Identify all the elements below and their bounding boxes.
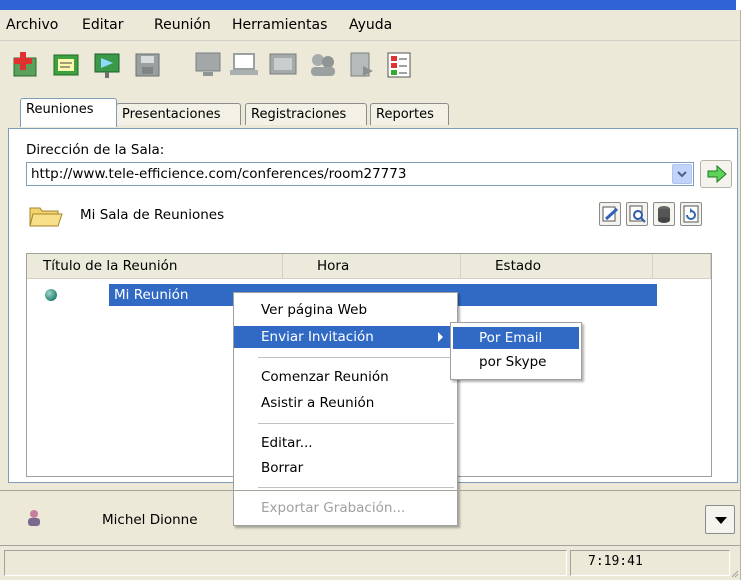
meeting-status-icon: [45, 289, 57, 301]
window-right-edge: [740, 10, 749, 580]
status-pane-main: [4, 550, 567, 576]
menu-archivo[interactable]: Archivo: [6, 17, 58, 33]
go-button[interactable]: [700, 160, 732, 188]
database-icon: [658, 206, 670, 223]
menu-separator: [258, 357, 454, 359]
menu-item-editar[interactable]: Editar...: [234, 432, 457, 454]
room-folder-title: Mi Sala de Reuniones: [80, 207, 225, 223]
tab-presentaciones[interactable]: Presentaciones: [116, 103, 241, 125]
submenu-invitation: Por Email por Skype: [450, 322, 582, 380]
menu-item-asistir-reunion[interactable]: Asistir a Reunión: [234, 392, 457, 414]
preview-room-button[interactable]: [626, 202, 648, 226]
chevron-down-icon: [677, 171, 687, 178]
menu-item-comenzar-reunion[interactable]: Comenzar Reunión: [234, 366, 457, 388]
new-meeting-icon[interactable]: [12, 50, 42, 80]
user-icon: [26, 509, 42, 527]
submenu-item-por-skype[interactable]: por Skype: [453, 351, 579, 373]
submenu-arrow-icon: [438, 332, 443, 342]
title-bar-strip: [0, 0, 749, 10]
menu-ayuda[interactable]: Ayuda: [349, 17, 392, 33]
folder-card-icon[interactable]: [52, 50, 82, 80]
edit-room-button[interactable]: [599, 202, 621, 226]
submenu-item-por-email[interactable]: Por Email: [453, 327, 579, 349]
menu-herramientas[interactable]: Herramientas: [232, 17, 327, 33]
presentation-icon[interactable]: [93, 50, 123, 80]
tab-reportes[interactable]: Reportes: [370, 103, 449, 125]
monitor-icon[interactable]: [193, 50, 223, 80]
menu-reunion[interactable]: Reunión: [154, 17, 211, 33]
edit-pencil-icon: [602, 206, 619, 222]
menu-editar[interactable]: Editar: [82, 17, 123, 33]
tab-reuniones[interactable]: Reuniones: [20, 98, 117, 127]
folder-icon: [28, 202, 64, 228]
status-pane-time: 7:19:41: [570, 550, 730, 576]
column-header-estado[interactable]: Estado: [461, 254, 653, 279]
menu-item-borrar[interactable]: Borrar: [234, 457, 457, 479]
column-header-hora[interactable]: Hora: [283, 254, 461, 279]
status-bar: 7:19:41: [0, 545, 740, 580]
application-window: Archivo Editar Reunión Herramientas Ayud…: [0, 0, 749, 580]
magnifier-document-icon: [629, 205, 646, 223]
group-icon[interactable]: [308, 50, 338, 80]
room-address-value[interactable]: http://www.tele-efficience.com/conferenc…: [31, 166, 406, 182]
database-button[interactable]: [653, 202, 675, 226]
resize-grip-icon[interactable]: [731, 566, 739, 578]
laptop-icon[interactable]: [229, 50, 259, 80]
user-name: Michel Dionne: [102, 512, 198, 528]
combo-dropdown-button[interactable]: [672, 164, 692, 184]
checklist-icon[interactable]: [385, 50, 415, 80]
menu-item-enviar-invitacion-label: Enviar Invitación: [261, 329, 374, 345]
meeting-title[interactable]: Mi Reunión: [114, 287, 188, 303]
room-address-combobox[interactable]: http://www.tele-efficience.com/conferenc…: [26, 162, 694, 186]
status-time: 7:19:41: [588, 554, 643, 569]
projector-icon[interactable]: [268, 50, 298, 80]
menu-separator: [258, 423, 454, 425]
column-header-filler: [653, 254, 711, 279]
menu-item-ver-pagina-web[interactable]: Ver página Web: [234, 299, 457, 321]
refresh-icon: [683, 205, 699, 223]
document-icon[interactable]: [346, 50, 376, 80]
menu-bar: Archivo Editar Reunión Herramientas Ayud…: [0, 10, 740, 41]
toolbar: [0, 42, 740, 92]
menu-item-enviar-invitacion[interactable]: Enviar Invitación: [234, 326, 457, 348]
menu-separator: [258, 487, 454, 489]
column-header-titulo[interactable]: Título de la Reunión: [27, 254, 283, 279]
dropdown-arrow-icon: [715, 517, 727, 524]
tab-registraciones[interactable]: Registraciones: [245, 103, 367, 125]
user-dropdown-button[interactable]: [705, 505, 735, 534]
tab-strip: Reuniones Presentaciones Registraciones …: [0, 96, 740, 128]
refresh-button[interactable]: [680, 202, 702, 226]
room-address-label: Dirección de la Sala:: [26, 142, 165, 158]
save-disk-icon[interactable]: [133, 50, 163, 80]
arrow-right-icon: [707, 164, 727, 184]
